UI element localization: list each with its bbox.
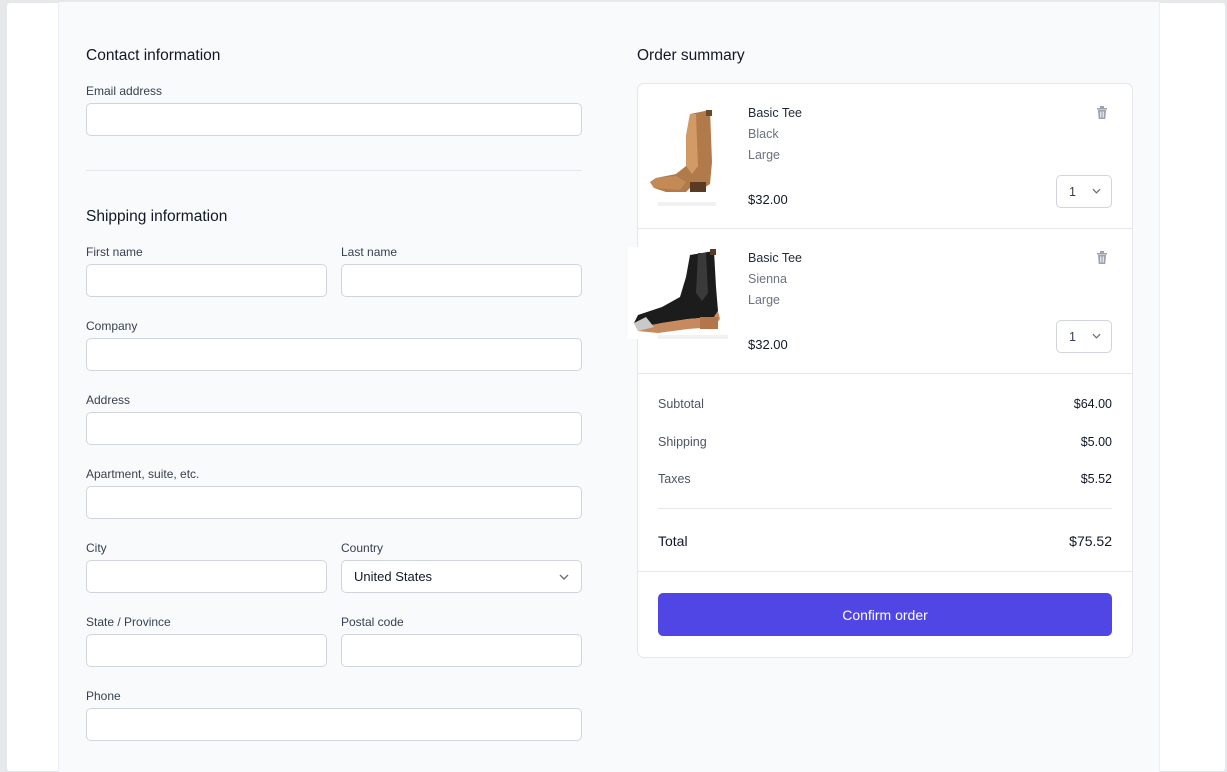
company-label: Company	[86, 319, 138, 333]
taxes-value: $5.52	[1080, 472, 1112, 486]
order-summary-title: Order summary	[637, 47, 745, 64]
email-field[interactable]	[86, 103, 582, 136]
shipping-section-title: Shipping information	[86, 208, 228, 225]
product-price: $32.00	[748, 192, 788, 207]
taxes-label: Taxes	[658, 472, 691, 486]
black-chelsea-boot-icon	[628, 247, 740, 339]
confirm-order-button[interactable]: Confirm order	[658, 593, 1112, 636]
country-label: Country	[341, 541, 384, 555]
state-label: State / Province	[86, 615, 171, 629]
product-size: Large	[748, 148, 780, 162]
address-label: Address	[86, 393, 131, 407]
chevron-down-icon	[559, 571, 569, 583]
phone-field[interactable]	[86, 708, 582, 741]
first-name-label: First name	[86, 245, 143, 259]
quantity-value: 1	[1069, 329, 1076, 344]
chevron-down-icon	[1092, 186, 1101, 197]
apartment-label: Apartment, suite, etc.	[86, 467, 200, 481]
first-name-field[interactable]	[86, 264, 327, 297]
email-label: Email address	[86, 84, 163, 98]
product-name: Basic Tee	[748, 106, 802, 120]
chevron-down-icon	[1092, 331, 1101, 342]
product-color: Sienna	[748, 272, 787, 286]
state-field[interactable]	[86, 634, 327, 667]
cart-item: Basic Tee Sienna Large $32.00 1	[628, 229, 1132, 374]
product-name: Basic Tee	[748, 251, 802, 265]
address-field[interactable]	[86, 412, 582, 445]
totals-divider	[658, 508, 1112, 509]
order-summary-card: Basic Tee Black Large $32.00 1 Basic Tee…	[628, 83, 1133, 658]
quantity-value: 1	[1069, 184, 1076, 199]
shipping-value: $5.00	[1080, 435, 1112, 449]
tan-chelsea-boot-icon	[650, 110, 716, 206]
phone-label: Phone	[86, 689, 121, 703]
product-price: $32.00	[748, 337, 788, 352]
apartment-field[interactable]	[86, 486, 582, 519]
product-size: Large	[748, 293, 780, 307]
country-select-value: United States	[354, 569, 433, 584]
subtotal-label: Subtotal	[658, 397, 704, 411]
city-field[interactable]	[86, 560, 327, 593]
last-name-field[interactable]	[341, 264, 582, 297]
city-label: City	[86, 541, 107, 555]
trash-icon[interactable]	[1094, 105, 1110, 121]
product-color: Black	[748, 127, 779, 141]
country-select[interactable]: United States	[341, 560, 582, 593]
section-divider	[86, 170, 582, 171]
trash-icon[interactable]	[1094, 250, 1110, 266]
footer-divider	[638, 571, 1132, 572]
total-value: $75.52	[1069, 533, 1112, 549]
company-field[interactable]	[86, 338, 582, 371]
cart-item: Basic Tee Black Large $32.00 1	[638, 84, 1132, 229]
contact-section-title: Contact information	[86, 47, 221, 64]
postal-code-label: Postal code	[341, 615, 404, 629]
shipping-label: Shipping	[658, 435, 707, 449]
quantity-select[interactable]: 1	[1056, 320, 1112, 353]
total-label: Total	[658, 533, 688, 549]
quantity-select[interactable]: 1	[1056, 175, 1112, 208]
last-name-label: Last name	[341, 245, 398, 259]
postal-code-field[interactable]	[341, 634, 582, 667]
subtotal-value: $64.00	[1073, 397, 1112, 411]
